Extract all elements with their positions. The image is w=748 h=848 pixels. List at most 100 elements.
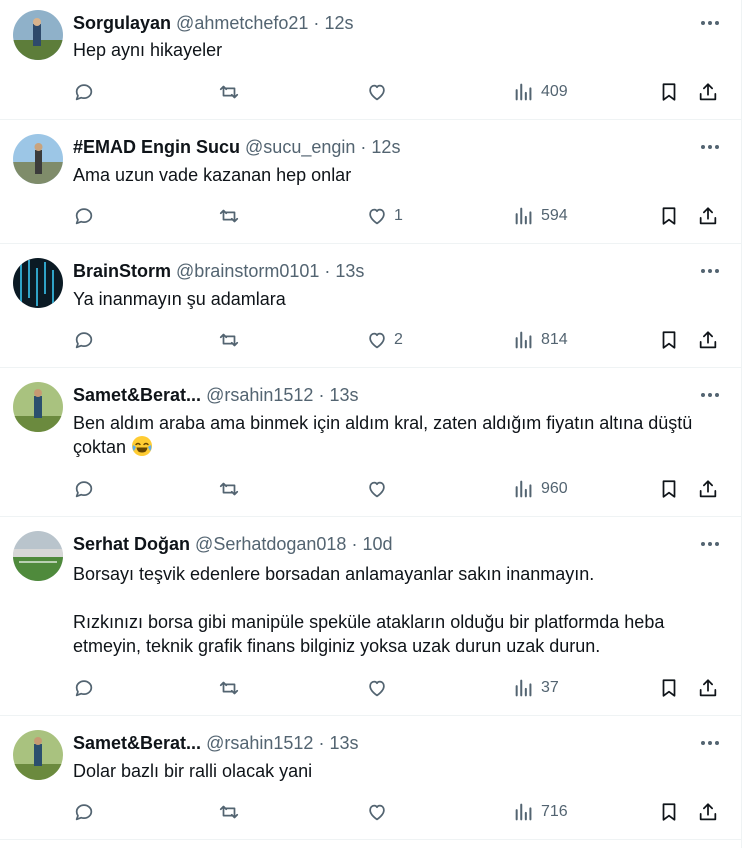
tweet[interactable]: Serhat Doğan @Serhatdogan018 · 10d Borsa…	[0, 517, 742, 716]
reply-button[interactable]	[73, 675, 95, 701]
like-count: 2	[394, 331, 403, 348]
separator-dot: ·	[324, 261, 331, 281]
tweet-text-line: Rızkınızı borsa gibi manipüle speküle at…	[73, 612, 665, 656]
more-icon[interactable]	[696, 732, 724, 754]
share-icon	[697, 801, 719, 823]
share-button[interactable]	[697, 79, 719, 105]
timestamp[interactable]: 13s	[335, 261, 364, 281]
reply-icon	[73, 801, 95, 823]
retweet-button[interactable]	[218, 327, 240, 353]
like-button[interactable]	[366, 79, 394, 105]
like-button[interactable]: 1	[366, 203, 403, 229]
bookmark-icon	[658, 81, 680, 103]
author-name[interactable]: #EMAD Engin Sucu	[73, 137, 240, 157]
retweet-button[interactable]	[218, 675, 240, 701]
views-button[interactable]: 814	[513, 327, 568, 353]
author-handle[interactable]: @brainstorm0101	[176, 261, 319, 281]
timestamp[interactable]: 13s	[329, 733, 358, 753]
avatar[interactable]	[13, 531, 63, 581]
author-handle[interactable]: @Serhatdogan018	[195, 534, 346, 554]
tweet-text: Borsayı teşvik edenlere borsadan anlamay…	[73, 562, 722, 658]
reply-button[interactable]	[73, 79, 95, 105]
views-count: 409	[541, 83, 568, 100]
more-icon[interactable]	[696, 260, 724, 282]
reply-icon	[73, 677, 95, 699]
views-button[interactable]: 409	[513, 79, 568, 105]
views-icon	[513, 801, 535, 823]
retweet-icon	[218, 205, 240, 227]
more-icon[interactable]	[696, 12, 724, 34]
avatar[interactable]	[13, 258, 63, 308]
author-name[interactable]: Samet&Berat...	[73, 733, 201, 753]
reply-button[interactable]	[73, 476, 95, 502]
tweet-text: Dolar bazlı bir ralli olacak yani	[73, 759, 722, 783]
tweet-header: Samet&Berat... @rsahin1512 · 13s	[73, 732, 692, 754]
views-button[interactable]: 960	[513, 476, 568, 502]
bookmark-icon	[658, 205, 680, 227]
author-handle[interactable]: @rsahin1512	[206, 385, 313, 405]
views-button[interactable]: 716	[513, 799, 568, 825]
more-icon[interactable]	[696, 384, 724, 406]
bookmark-button[interactable]	[658, 675, 680, 701]
tweet-actions: 2 814	[73, 327, 722, 353]
face-with-tears-of-joy-icon	[131, 435, 153, 457]
avatar[interactable]	[13, 10, 63, 60]
tweet[interactable]: BrainStorm @brainstorm0101 · 13s Ya inan…	[0, 244, 742, 368]
retweet-button[interactable]	[218, 79, 240, 105]
author-handle[interactable]: @rsahin1512	[206, 733, 313, 753]
separator-dot: ·	[318, 385, 325, 405]
author-name[interactable]: Serhat Doğan	[73, 534, 190, 554]
share-button[interactable]	[697, 799, 719, 825]
like-button[interactable]	[366, 675, 394, 701]
bookmark-button[interactable]	[658, 476, 680, 502]
share-icon	[697, 205, 719, 227]
author-name[interactable]: Sorgulayan	[73, 13, 171, 33]
views-button[interactable]: 37	[513, 675, 559, 701]
avatar[interactable]	[13, 730, 63, 780]
avatar[interactable]	[13, 382, 63, 432]
author-handle[interactable]: @ahmetchefo21	[176, 13, 308, 33]
like-icon	[366, 205, 388, 227]
bookmark-button[interactable]	[658, 799, 680, 825]
timestamp[interactable]: 13s	[329, 385, 358, 405]
author-name[interactable]: BrainStorm	[73, 261, 171, 281]
reply-button[interactable]	[73, 327, 95, 353]
timestamp[interactable]: 12s	[324, 13, 353, 33]
tweet[interactable]: Samet&Berat... @rsahin1512 · 13s Ben ald…	[0, 368, 742, 517]
like-button[interactable]	[366, 799, 394, 825]
share-button[interactable]	[697, 675, 719, 701]
share-button[interactable]	[697, 476, 719, 502]
like-icon	[366, 801, 388, 823]
share-button[interactable]	[697, 327, 719, 353]
avatar[interactable]	[13, 134, 63, 184]
tweet[interactable]: #EMAD Engin Sucu @sucu_engin · 12s Ama u…	[0, 120, 742, 244]
tweet-header: Serhat Doğan @Serhatdogan018 · 10d	[73, 533, 692, 555]
timestamp[interactable]: 12s	[371, 137, 400, 157]
views-icon	[513, 478, 535, 500]
views-count: 594	[541, 207, 568, 224]
retweet-button[interactable]	[218, 203, 240, 229]
bookmark-icon	[658, 329, 680, 351]
bookmark-button[interactable]	[658, 327, 680, 353]
retweet-button[interactable]	[218, 476, 240, 502]
views-button[interactable]: 594	[513, 203, 568, 229]
tweet[interactable]: Sorgulayan @ahmetchefo21 · 12s Hep aynı …	[0, 0, 742, 120]
author-name[interactable]: Samet&Berat...	[73, 385, 201, 405]
more-icon[interactable]	[696, 136, 724, 158]
separator-dot: ·	[318, 733, 325, 753]
bookmark-button[interactable]	[658, 79, 680, 105]
like-icon	[366, 677, 388, 699]
tweet[interactable]: Samet&Berat... @rsahin1512 · 13s Dolar b…	[0, 716, 742, 840]
retweet-button[interactable]	[218, 799, 240, 825]
reply-button[interactable]	[73, 799, 95, 825]
like-icon	[366, 81, 388, 103]
bookmark-button[interactable]	[658, 203, 680, 229]
reply-button[interactable]	[73, 203, 95, 229]
timestamp[interactable]: 10d	[362, 534, 392, 554]
author-handle[interactable]: @sucu_engin	[245, 137, 355, 157]
tweet-actions: 1 594	[73, 203, 722, 229]
like-button[interactable]: 2	[366, 327, 403, 353]
more-icon[interactable]	[696, 533, 724, 555]
share-button[interactable]	[697, 203, 719, 229]
like-button[interactable]	[366, 476, 394, 502]
